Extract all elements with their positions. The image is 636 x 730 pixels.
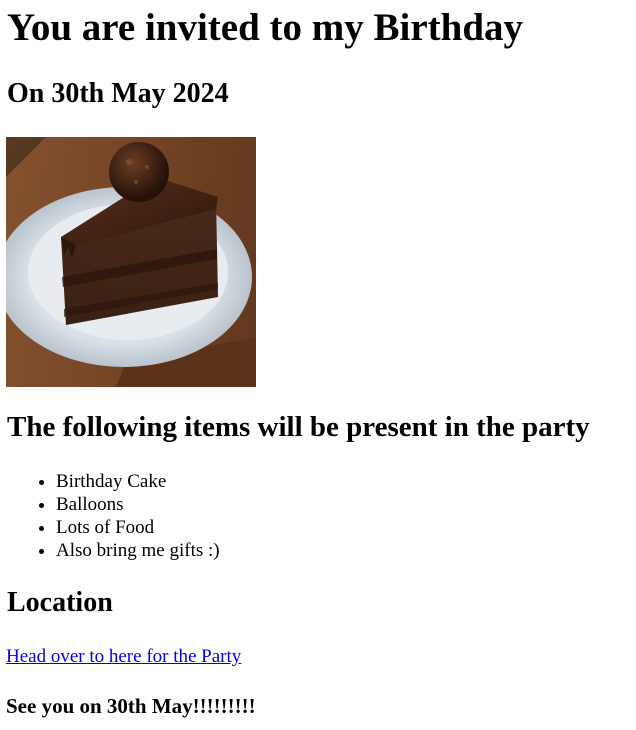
party-items-list: Birthday Cake Balloons Lots of Food Also…: [16, 470, 220, 562]
list-item: Also bring me gifts :): [56, 539, 220, 562]
party-location-link[interactable]: Head over to here for the Party: [6, 646, 241, 668]
cake-image: [6, 137, 256, 387]
items-heading: The following items will be present in t…: [7, 411, 590, 443]
date-heading: On 30th May 2024: [7, 78, 229, 109]
list-item: Balloons: [56, 493, 220, 516]
list-item: Birthday Cake: [56, 470, 220, 493]
page-title: You are invited to my Birthday: [7, 6, 524, 49]
location-heading: Location: [7, 587, 113, 618]
list-item: Lots of Food: [56, 516, 220, 539]
closing-message: See you on 30th May!!!!!!!!!: [6, 694, 256, 718]
